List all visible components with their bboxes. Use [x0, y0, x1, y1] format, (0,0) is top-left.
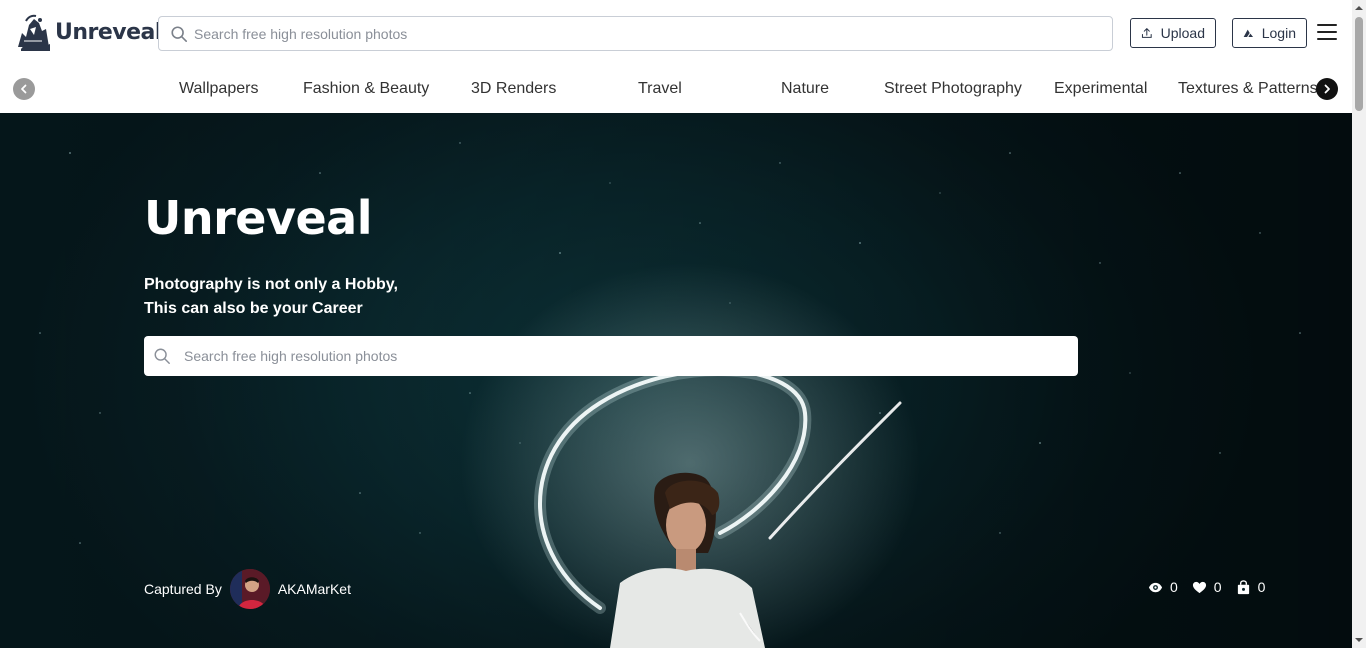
page-scrollbar[interactable] — [1352, 0, 1366, 648]
logo-text: Unreveal — [55, 19, 162, 45]
upload-icon — [1141, 28, 1152, 38]
photo-stats: 0 0 0 — [1148, 579, 1279, 595]
collects-stat[interactable]: 0 — [1236, 579, 1266, 595]
credit-label: Captured By — [144, 581, 222, 597]
likes-stat[interactable]: 0 — [1192, 579, 1222, 595]
heart-icon — [1192, 581, 1206, 593]
search-icon — [171, 25, 188, 42]
hero-tagline-line2: This can also be your Career — [144, 300, 363, 317]
eye-icon — [1148, 582, 1163, 592]
hamburger-menu-icon[interactable] — [1317, 24, 1337, 41]
shopping-bag-icon — [1237, 579, 1249, 594]
collects-count: 0 — [1257, 579, 1266, 595]
views-stat: 0 — [1148, 579, 1178, 595]
login-button[interactable]: Login — [1232, 18, 1307, 48]
category-street-photography[interactable]: Street Photography — [884, 80, 1022, 98]
category-nature[interactable]: Nature — [781, 80, 829, 98]
top-header: Unreveal Upload Login — [0, 0, 1352, 66]
hero-tagline-line1: Photography is not only a Hobby, — [144, 276, 398, 293]
category-travel[interactable]: Travel — [638, 80, 682, 98]
scroll-up-arrow-icon[interactable] — [1355, 4, 1363, 12]
author-name[interactable]: AKAMarKet — [278, 581, 351, 597]
upload-label: Upload — [1160, 25, 1205, 41]
category-fashion-beauty[interactable]: Fashion & Beauty — [303, 80, 429, 98]
category-textures-patterns[interactable]: Textures & Patterns — [1178, 80, 1318, 98]
scroll-down-arrow-icon[interactable] — [1355, 636, 1363, 644]
site-logo[interactable]: Unreveal — [12, 10, 162, 54]
search-icon — [154, 348, 170, 364]
header-search-bar[interactable] — [158, 16, 1113, 51]
login-icon — [1243, 29, 1254, 38]
upload-button[interactable]: Upload — [1130, 18, 1216, 48]
header-search-input[interactable] — [194, 25, 1094, 42]
logo-mark-icon — [14, 13, 52, 51]
hero-search-input[interactable] — [184, 348, 1064, 364]
avatar[interactable] — [229, 569, 270, 609]
chevron-left-icon[interactable] — [13, 78, 35, 100]
category-experimental[interactable]: Experimental — [1054, 80, 1147, 98]
hero-banner: Unreveal Photography is not only a Hobby… — [0, 113, 1352, 648]
chevron-right-icon[interactable] — [1316, 78, 1338, 100]
category-nav: Wallpapers Fashion & Beauty 3D Renders T… — [0, 66, 1352, 113]
hero-title: Unreveal — [144, 191, 372, 245]
hero-search-bar[interactable] — [144, 336, 1078, 376]
hero-tagline: Photography is not only a Hobby, This ca… — [144, 273, 398, 321]
scrollbar-thumb[interactable] — [1355, 17, 1363, 111]
category-3d-renders[interactable]: 3D Renders — [471, 80, 556, 98]
likes-count: 0 — [1213, 579, 1222, 595]
views-count: 0 — [1170, 579, 1178, 595]
category-wallpapers[interactable]: Wallpapers — [179, 80, 258, 98]
login-label: Login — [1261, 25, 1296, 41]
photo-credit: Captured By AKAMarKet — [144, 569, 351, 609]
